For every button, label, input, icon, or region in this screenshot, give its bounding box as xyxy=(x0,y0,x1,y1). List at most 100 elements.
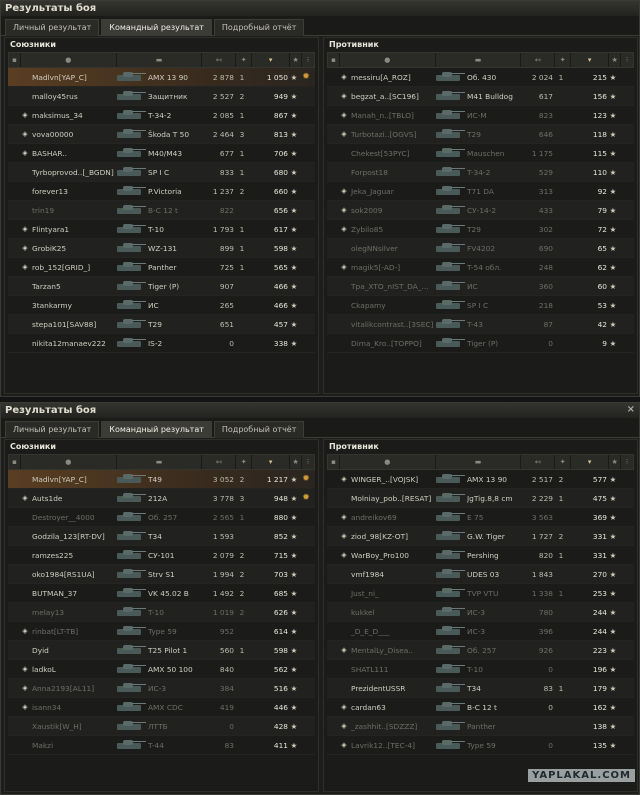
player-name[interactable]: Tpa_XTO_nIST_DA_... xyxy=(349,282,433,291)
player-name[interactable]: maksimus_34 xyxy=(30,111,114,120)
player-row[interactable]: 3tankarmy ИС 265 466 ★ xyxy=(8,296,315,315)
experience-sort-icon[interactable]: ▾ xyxy=(252,53,291,67)
player-row[interactable]: ◈ cardan63 B-C 12 t 0 162 ★ xyxy=(327,698,634,717)
kills-icon[interactable]: ✦ xyxy=(555,53,572,67)
damage-icon[interactable]: ↤ xyxy=(521,455,556,469)
player-name[interactable]: vova00000 xyxy=(30,130,114,139)
player-row[interactable]: vitalikcontrast..[3SEC] T-43 87 42 ★ xyxy=(327,315,634,334)
player-name[interactable]: SHATL111 xyxy=(349,665,433,674)
damage-icon[interactable]: ↤ xyxy=(521,53,556,67)
player-name[interactable]: Madlvn[YAP_C] xyxy=(30,73,114,82)
player-name[interactable]: malloy45rus xyxy=(30,92,114,101)
player-name[interactable]: BUTMAN_37 xyxy=(30,589,114,598)
player-row[interactable]: ◈ MentalLy_Disea.. Об. 257 926 223 ★ xyxy=(327,641,634,660)
player-row[interactable]: ramzes225 СУ-101 2 079 2 715 ★ xyxy=(8,546,315,565)
player-row[interactable]: _D_E_D___ ИС-3 396 244 ★ xyxy=(327,622,634,641)
player-row[interactable]: ◈ Lavrik12..[TEC-4] Type 59 0 135 ★ xyxy=(327,736,634,755)
player-name[interactable]: Turbotazi..[OGVS] xyxy=(349,130,433,139)
player-name[interactable]: WINGER_..[VOJSK] xyxy=(349,475,433,484)
player-name[interactable]: Molniay_pob..[RESAT] xyxy=(349,494,433,503)
player-name[interactable]: PrezidentUSSR xyxy=(349,684,433,693)
player-name[interactable]: forever13 xyxy=(30,187,114,196)
player-row[interactable]: Tarzan5 Tiger (P) 907 466 ★ xyxy=(8,277,315,296)
player-row[interactable]: ◈ isann34 AMX CDC 419 446 ★ xyxy=(8,698,315,717)
player-row[interactable]: nikita12manaev222 IS-2 0 338 ★ xyxy=(8,334,315,353)
tab-personal-result[interactable]: Личный результат xyxy=(5,421,100,438)
player-icon[interactable]: ● xyxy=(340,455,436,469)
star-icon[interactable]: ★ xyxy=(609,455,622,469)
player-name[interactable]: Manah_n..[TBLO] xyxy=(349,111,433,120)
player-name[interactable]: Tarzan5 xyxy=(30,282,114,291)
player-row[interactable]: Madlvn[YAP_C] T49 3 052 2 1 217 ★ ✹ xyxy=(8,470,315,489)
player-row[interactable]: malloy45rus Защитник 2 527 2 949 ★ xyxy=(8,87,315,106)
player-name[interactable]: Makzi xyxy=(30,741,114,750)
player-row[interactable]: olegNNsilver FV4202 690 65 ★ xyxy=(327,239,634,258)
kills-icon[interactable]: ✦ xyxy=(236,455,253,469)
player-name[interactable]: stepa101[SAV88] xyxy=(30,320,114,329)
player-name[interactable]: Tyrboprovod..[_BGDN] xyxy=(30,168,114,177)
player-name[interactable]: nikita12manaev222 xyxy=(30,339,114,348)
player-name[interactable]: cardan63 xyxy=(349,703,433,712)
player-row[interactable]: ◈ Flintyara1 T-10 1 793 1 617 ★ xyxy=(8,220,315,239)
star-icon[interactable]: ★ xyxy=(290,455,303,469)
player-name[interactable]: magik5[-AD-] xyxy=(349,263,433,272)
player-row[interactable]: ◈ maksimus_34 T-34-2 2 085 1 867 ★ xyxy=(8,106,315,125)
tab-detailed-report[interactable]: Подробный отчёт xyxy=(213,421,305,438)
player-row[interactable]: ◈ Anna2193[AL11] ИС-3 384 516 ★ xyxy=(8,679,315,698)
player-row[interactable]: kukkel ИС-3 780 244 ★ xyxy=(327,603,634,622)
player-row[interactable]: BUTMAN_37 VK 45.02 B 1 492 2 685 ★ xyxy=(8,584,315,603)
player-name[interactable]: kukkel xyxy=(349,608,433,617)
player-name[interactable]: begzat_a..[SC196] xyxy=(349,92,433,101)
player-name[interactable]: Lavrik12..[TEC-4] xyxy=(349,741,433,750)
player-row[interactable]: ◈ Jeka_Jaguar T71 DA 313 92 ★ xyxy=(327,182,634,201)
star-icon[interactable]: ★ xyxy=(290,53,303,67)
player-name[interactable]: andreikov69 xyxy=(349,513,433,522)
player-row[interactable]: Molniay_pob..[RESAT] JgTig.8,8 cm 2 229 1 47… xyxy=(327,489,634,508)
player-row[interactable]: ◈ rob_152[GRID_] Panther 725 1 565 ★ xyxy=(8,258,315,277)
player-name[interactable]: MentalLy_Disea.. xyxy=(349,646,433,655)
player-name[interactable]: rinbat[LT-TB] xyxy=(30,627,114,636)
player-name[interactable]: _D_E_D___ xyxy=(349,627,433,636)
close-icon[interactable]: × xyxy=(627,404,635,415)
player-name[interactable]: _zashhit..[SDZZZ] xyxy=(349,722,433,731)
player-row[interactable]: ◈ begzat_a..[SC196] M41 Bulldog 617 156 ★ xyxy=(327,87,634,106)
experience-sort-icon[interactable]: ▾ xyxy=(571,455,610,469)
player-name[interactable]: messiru[A_ROZ] xyxy=(349,73,433,82)
player-name[interactable]: ladkoL xyxy=(30,665,114,674)
player-row[interactable]: trin19 B-C 12 t 822 656 ★ xyxy=(8,201,315,220)
tab-detailed-report[interactable]: Подробный отчёт xyxy=(213,19,305,36)
player-name[interactable]: trin19 xyxy=(30,206,114,215)
player-name[interactable]: Xaustik[W_H] xyxy=(30,722,114,731)
player-name[interactable]: Anna2193[AL11] xyxy=(30,684,114,693)
player-icon[interactable]: ● xyxy=(21,53,117,67)
player-row[interactable]: ◈ magik5[-AD-] T-54 обл. 248 62 ★ xyxy=(327,258,634,277)
medal-icon[interactable]: ⁝ xyxy=(302,455,314,469)
player-row[interactable]: Dyid T25 Pilot 1 560 1 598 ★ xyxy=(8,641,315,660)
player-icon[interactable]: ● xyxy=(21,455,117,469)
experience-sort-icon[interactable]: ▾ xyxy=(252,455,291,469)
tank-icon[interactable]: ▬ xyxy=(117,53,203,67)
player-row[interactable]: stepa101[SAV88] T29 651 457 ★ xyxy=(8,315,315,334)
medal-icon[interactable]: ⁝ xyxy=(621,53,633,67)
player-row[interactable]: ◈ GrobiK25 WZ-131 899 1 598 ★ xyxy=(8,239,315,258)
player-name[interactable]: Destroyer__4000 xyxy=(30,513,114,522)
player-row[interactable]: ◈ Manah_n..[TBLO] ИС-М 823 123 ★ xyxy=(327,106,634,125)
tank-icon[interactable]: ▬ xyxy=(117,455,203,469)
player-row[interactable]: ◈ WINGER_..[VOJSK] AMX 13 90 2 517 2 577 ★ xyxy=(327,470,634,489)
player-row[interactable]: Destroyer__4000 Об. 257 2 565 1 880 ★ xyxy=(8,508,315,527)
player-row[interactable]: Tyrboprovod..[_BGDN] SP I C 833 1 680 ★ xyxy=(8,163,315,182)
player-row[interactable]: ◈ BASHAR.. M40/M43 677 1 706 ★ xyxy=(8,144,315,163)
player-name[interactable]: WarBoy_Pro100 xyxy=(349,551,433,560)
player-name[interactable]: Dima_Kro..[TOPPO] xyxy=(349,339,433,348)
player-name[interactable]: sok2009 xyxy=(349,206,433,215)
player-row[interactable]: Xaustik[W_H] ЛТТБ 0 428 ★ xyxy=(8,717,315,736)
tab-team-result[interactable]: Командный результат xyxy=(101,421,212,438)
player-row[interactable]: ◈ WarBoy_Pro100 Pershing 820 1 331 ★ xyxy=(327,546,634,565)
player-row[interactable]: Chekest[53PYC] Mauschen 1 175 115 ★ xyxy=(327,144,634,163)
player-row[interactable]: Tpa_XTO_nIST_DA_... ИС 360 60 ★ xyxy=(327,277,634,296)
player-name[interactable]: BASHAR.. xyxy=(30,149,114,158)
player-name[interactable]: GrobiK25 xyxy=(30,244,114,253)
player-row[interactable]: ◈ rinbat[LT-TB] Type 59 952 614 ★ xyxy=(8,622,315,641)
player-icon[interactable]: ● xyxy=(340,53,436,67)
player-row[interactable]: ◈ Turbotazi..[OGVS] T29 646 118 ★ xyxy=(327,125,634,144)
